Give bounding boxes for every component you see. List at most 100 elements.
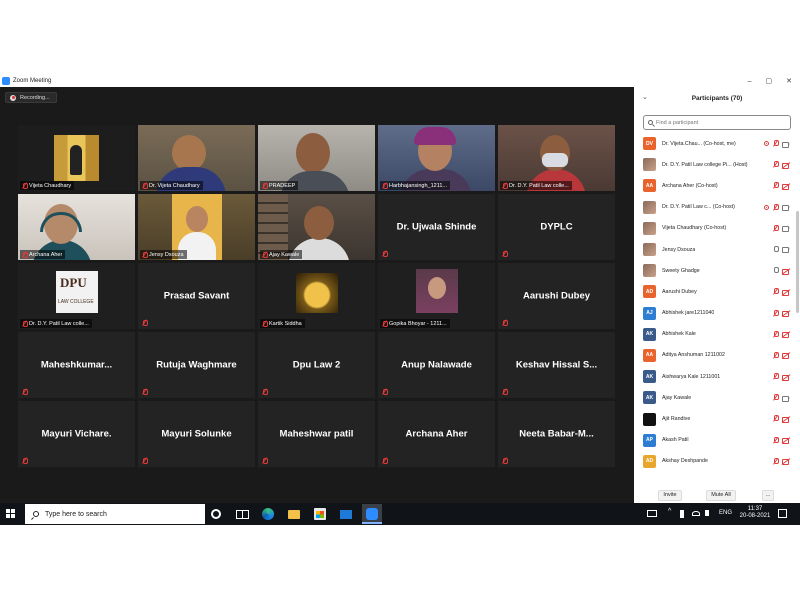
network-icon[interactable] [692, 511, 700, 516]
tile-participant-name: Ajay Kawale [269, 251, 300, 258]
video-tile[interactable]: Dr. Ujwala Shinde [378, 194, 495, 260]
video-tile[interactable]: Neeta Babar-M... [498, 401, 615, 467]
file-explorer-icon[interactable] [288, 510, 300, 519]
participant-row[interactable]: AA Archana Aher (Co-host) [634, 175, 794, 196]
video-tile[interactable]: Rutuja Waghmare [138, 332, 255, 398]
mic-icon[interactable] [773, 267, 779, 274]
participant-name: Abhishek Kale [662, 331, 696, 338]
mute-all-button[interactable]: Mute All [706, 489, 736, 501]
camera-off-icon [782, 289, 790, 296]
mic-muted-icon[interactable] [773, 457, 779, 465]
video-tile[interactable]: Ajay Kawale [258, 194, 375, 260]
video-tile[interactable]: Dpu Law 2 [258, 332, 375, 398]
video-tile[interactable]: Anup Nalawade [378, 332, 495, 398]
mic-muted-icon [142, 389, 148, 395]
mic-muted-icon [382, 320, 388, 327]
task-view-icon[interactable] [236, 508, 249, 520]
edge-browser-icon[interactable] [262, 508, 274, 520]
mic-muted-icon[interactable] [773, 415, 779, 422]
mic-muted-icon[interactable] [773, 309, 779, 317]
participant-name: Vijeta Chaudhary (Co-host) [662, 225, 727, 232]
participant-name: Dr. Vijeta.Chau... (Co-host, me) [662, 140, 736, 147]
chevron-up-icon[interactable]: ^ [668, 508, 676, 516]
mic-muted-icon [502, 389, 508, 395]
participant-row[interactable]: AK Ajay Kawale [634, 387, 794, 408]
video-tile[interactable]: Mayuri Solunke [138, 401, 255, 467]
video-tile[interactable]: Prasad Savant [138, 263, 255, 329]
clock[interactable]: 11:37 20-08-2021 [737, 506, 773, 519]
participant-row[interactable]: AD Aarushi Dubey [634, 281, 794, 302]
video-tile[interactable]: DYPLC [498, 194, 615, 260]
keyboard-icon[interactable] [647, 510, 657, 517]
video-tile[interactable]: Archana Aher [18, 194, 135, 260]
video-tile[interactable]: Mayuri Vichare. [18, 401, 135, 467]
video-tile[interactable]: Gopika Bhoyar - 1211... [378, 263, 495, 329]
mic-muted-icon[interactable] [773, 203, 779, 211]
mic-muted-icon[interactable] [773, 182, 779, 189]
recording-indicator[interactable]: Recording... [5, 92, 57, 103]
volume-icon[interactable] [705, 510, 709, 516]
camera-off-icon [782, 310, 790, 317]
mic-muted-icon[interactable] [773, 394, 779, 401]
taskbar-search[interactable]: Type here to search [25, 504, 205, 524]
notification-icon[interactable] [778, 509, 787, 518]
mic-muted-icon[interactable] [773, 373, 779, 380]
mic-muted-icon [382, 182, 388, 189]
avatar: AK [643, 391, 656, 405]
mic-muted-icon[interactable] [773, 288, 779, 295]
chevron-down-icon[interactable]: ⌄ [642, 93, 648, 101]
invite-button[interactable]: Invite [658, 489, 682, 501]
mic-icon[interactable] [773, 245, 779, 253]
video-tile[interactable]: Maheshkumar... [18, 332, 135, 398]
participant-row[interactable]: AK Aishwarya Kale 1211001 [634, 366, 794, 387]
cortana-icon[interactable] [211, 509, 221, 519]
camera-icon [782, 395, 790, 402]
video-tile[interactable]: Aarushi Dubey [498, 263, 615, 329]
minimize-button[interactable]: – [748, 78, 752, 85]
video-tile[interactable]: PRADEEP [258, 125, 375, 191]
language-indicator[interactable]: ENG [719, 510, 732, 516]
video-tile[interactable]: Keshav Hissal S... [498, 332, 615, 398]
mic-muted-icon[interactable] [773, 161, 779, 168]
participant-row[interactable]: AP Akash Patil [634, 430, 794, 451]
windows-start-icon[interactable] [6, 509, 16, 519]
participant-row[interactable]: Ajit Randive [634, 408, 794, 429]
maximize-button[interactable]: ▢ [766, 77, 773, 85]
video-tile[interactable]: Dr. D.Y. Patil Law colle... [498, 125, 615, 191]
battery-icon[interactable] [680, 510, 684, 518]
video-tile[interactable]: Kartik Siddha [258, 263, 375, 329]
video-tile[interactable]: Jensy Dsouza [138, 194, 255, 260]
participant-list-scrollbar[interactable] [796, 211, 799, 313]
participant-row[interactable]: AJ Abhishek jare1211040 [634, 303, 794, 324]
participant-search-input[interactable] [656, 119, 786, 126]
participant-row[interactable]: AD Akshay Deshpande [634, 451, 794, 472]
mic-muted-icon[interactable] [773, 436, 779, 444]
search-icon [648, 120, 653, 125]
mic-muted-icon[interactable] [773, 140, 779, 147]
microsoft-store-icon[interactable] [314, 508, 326, 520]
tile-participant-name: Neeta Babar-M... [519, 428, 594, 440]
participant-row[interactable]: AK Abhishek Kale [634, 324, 794, 345]
participant-row[interactable]: AA Aditya Anshuman 1211002 [634, 345, 794, 366]
participant-row[interactable]: Vijeta Chaudhary (Co-host) [634, 218, 794, 239]
video-tile[interactable]: Dr. D.Y. Patil Law colle... [18, 263, 135, 329]
video-tile[interactable]: Archana Aher [378, 401, 495, 467]
mail-icon[interactable] [340, 510, 352, 519]
zoom-taskbar-icon[interactable] [362, 504, 382, 524]
participant-row[interactable]: Jensy Dsouza [634, 239, 794, 260]
participant-row[interactable]: Sweety Ghadge [634, 260, 794, 281]
participant-search[interactable] [643, 115, 791, 130]
video-tile[interactable]: Vijeta Chaudhary [18, 125, 135, 191]
video-tile[interactable]: Harbhajansingh_1211... [378, 125, 495, 191]
camera-icon [782, 246, 790, 254]
more-button[interactable]: ... [762, 489, 774, 501]
participant-row[interactable]: Dr. D.Y. Patil Law c... (Co-host) [634, 197, 794, 218]
video-tile[interactable]: Maheshwar patil [258, 401, 375, 467]
participant-row[interactable]: DV Dr. Vijeta.Chau... (Co-host, me) [634, 133, 794, 154]
mic-muted-icon[interactable] [773, 351, 779, 359]
participant-row[interactable]: Dr. D.Y. Patil Law college Pi... (Host) [634, 154, 794, 175]
video-tile[interactable]: Dr. Vijeta Chaudhary [138, 125, 255, 191]
mic-muted-icon[interactable] [773, 224, 779, 232]
mic-muted-icon[interactable] [773, 330, 779, 338]
close-button[interactable]: ✕ [786, 77, 792, 85]
